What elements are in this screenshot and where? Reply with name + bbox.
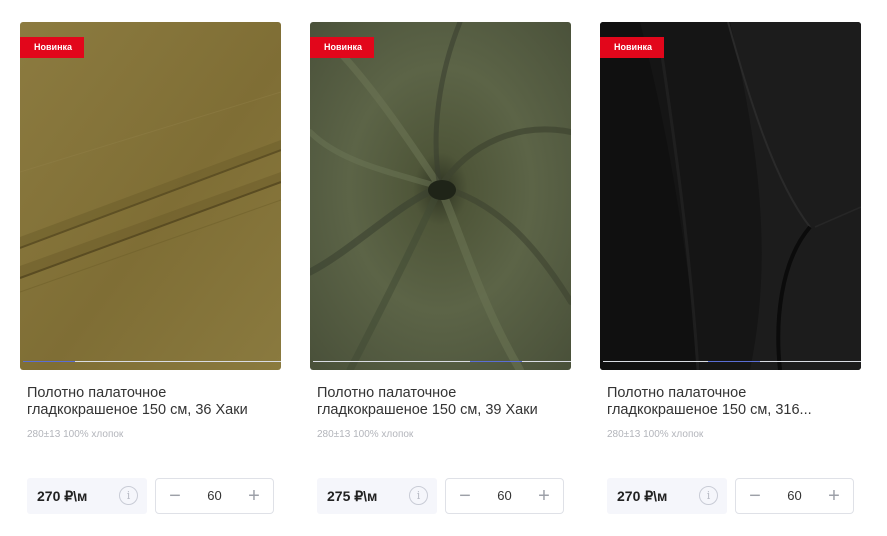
product-title-line: гладкокрашеное 150 см, 316... (607, 402, 812, 418)
plus-icon[interactable]: + (239, 479, 269, 513)
new-badge: Новинка (310, 37, 375, 58)
price-box: 275 ₽\м i (317, 478, 437, 514)
product-title-line: гладкокрашеное 150 см, 39 Хаки (317, 402, 538, 418)
product-title[interactable]: Полотно палаточное гладкокрашеное 150 см… (310, 385, 568, 419)
slider-active-segment (708, 361, 760, 362)
image-slider-indicator[interactable] (603, 361, 861, 362)
price: 275 ₽\м (327, 488, 378, 504)
product-title-line: Полотно палаточное (317, 385, 457, 401)
product-spec: 280±13 100% хлопок (27, 429, 124, 440)
product-spec: 280±13 100% хлопок (607, 429, 704, 440)
slider-active-segment (23, 361, 75, 362)
fabric-photo (600, 22, 861, 370)
buy-row: 270 ₽\м i − 60 + (600, 478, 861, 514)
price: 270 ₽\м (617, 488, 668, 504)
price: 270 ₽\м (37, 488, 88, 504)
product-spec: 280±13 100% хлопок (317, 429, 414, 440)
product-card[interactable]: Новинка Полотно палаточное гладкокрашено… (20, 22, 281, 514)
image-slider-indicator[interactable] (313, 361, 571, 362)
buy-row: 275 ₽\м i − 60 + (310, 478, 571, 514)
plus-icon[interactable]: + (529, 479, 559, 513)
quantity-stepper: − 60 + (155, 478, 274, 514)
image-slider-indicator[interactable] (23, 361, 281, 362)
info-icon[interactable]: i (119, 486, 138, 505)
quantity-value[interactable]: 60 (190, 479, 239, 513)
price-box: 270 ₽\м i (607, 478, 727, 514)
info-icon[interactable]: i (409, 486, 428, 505)
product-image[interactable]: Новинка (310, 22, 571, 370)
product-title[interactable]: Полотно палаточное гладкокрашеное 150 см… (20, 385, 278, 419)
quantity-value[interactable]: 60 (480, 479, 529, 513)
fabric-photo (20, 22, 281, 370)
product-card[interactable]: Новинка Полотно палаточное гладкокрашено… (600, 22, 861, 514)
slider-active-segment (470, 361, 522, 362)
quantity-stepper: − 60 + (735, 478, 854, 514)
minus-icon[interactable]: − (450, 479, 480, 513)
product-title-line: Полотно палаточное (607, 385, 747, 401)
quantity-value[interactable]: 60 (770, 479, 819, 513)
fabric-photo (310, 22, 571, 370)
plus-icon[interactable]: + (819, 479, 849, 513)
product-title-line: Полотно палаточное (27, 385, 167, 401)
new-badge: Новинка (600, 37, 665, 58)
product-card[interactable]: Новинка Полотно палаточное гладкокрашено… (310, 22, 571, 514)
price-box: 270 ₽\м i (27, 478, 147, 514)
quantity-stepper: − 60 + (445, 478, 564, 514)
product-image[interactable]: Новинка (20, 22, 281, 370)
info-icon[interactable]: i (699, 486, 718, 505)
buy-row: 270 ₽\м i − 60 + (20, 478, 281, 514)
product-title[interactable]: Полотно палаточное гладкокрашеное 150 см… (600, 385, 858, 419)
product-image[interactable]: Новинка (600, 22, 861, 370)
minus-icon[interactable]: − (160, 479, 190, 513)
minus-icon[interactable]: − (740, 479, 770, 513)
new-badge: Новинка (20, 37, 85, 58)
product-title-line: гладкокрашеное 150 см, 36 Хаки (27, 402, 248, 418)
